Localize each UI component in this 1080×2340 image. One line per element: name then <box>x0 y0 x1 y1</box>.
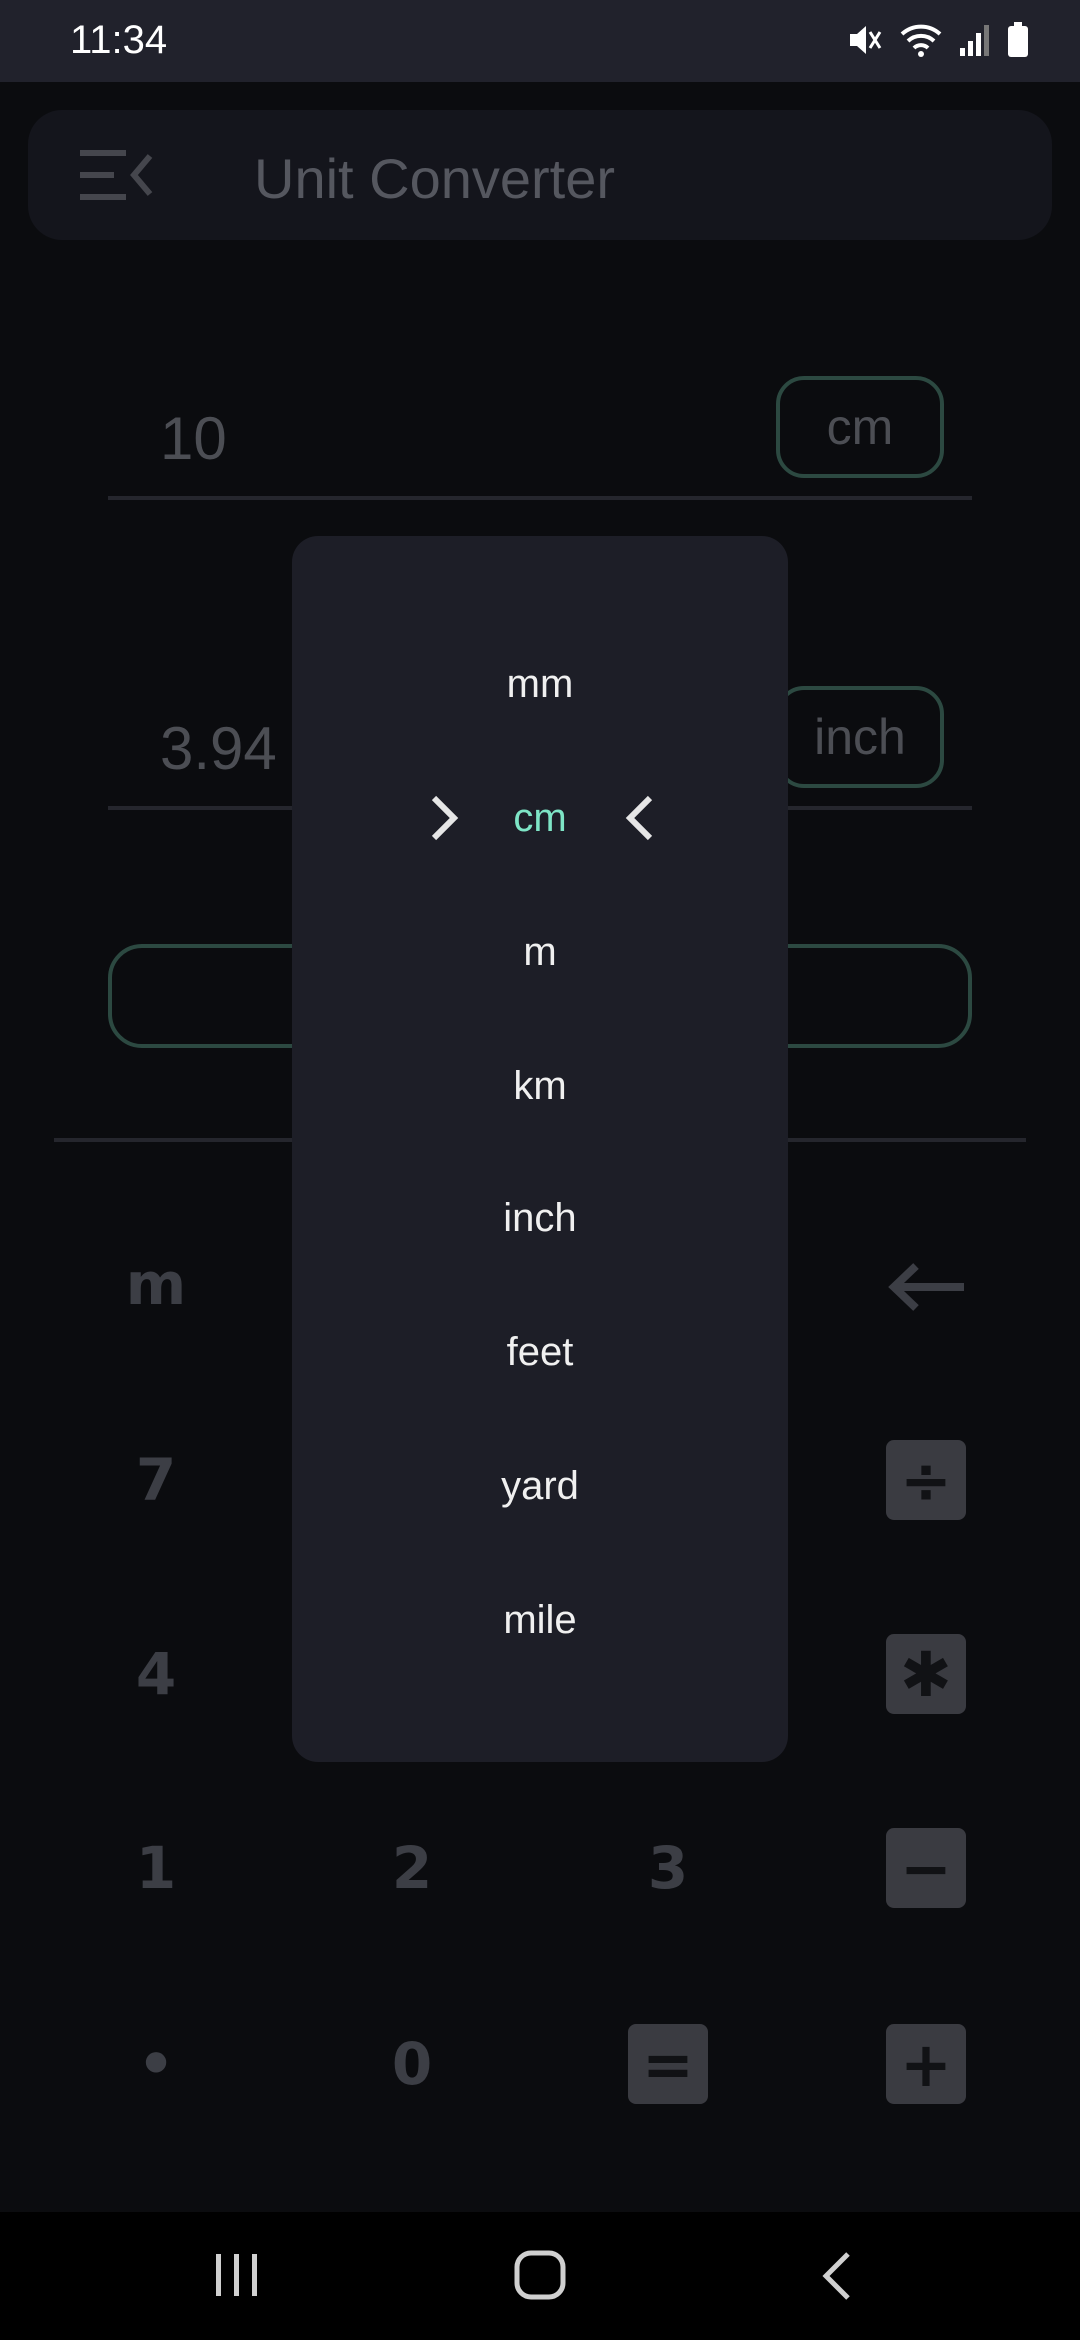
key-4[interactable]: 4 <box>116 1634 196 1714</box>
to-value: 3.94 <box>160 715 277 782</box>
key-3[interactable]: 3 <box>628 1828 708 1908</box>
status-bar: 11:34 <box>0 0 1080 82</box>
menu-collapse-icon[interactable] <box>80 148 154 202</box>
key-0[interactable]: 0 <box>372 2024 452 2104</box>
unit-option-yard[interactable]: yard <box>292 1436 788 1536</box>
app-title: Unit Converter <box>254 147 616 210</box>
system-nav-bar <box>0 2212 1080 2340</box>
unit-option-cm-label: cm <box>513 795 567 840</box>
backspace-icon[interactable] <box>886 1262 966 1312</box>
minus-key[interactable]: − <box>886 1828 966 1908</box>
unit-option-m[interactable]: m <box>292 902 788 1002</box>
unit-option-km[interactable]: km <box>292 1036 788 1136</box>
unit-option-mm[interactable]: mm <box>292 634 788 734</box>
status-time: 11:34 <box>70 18 168 62</box>
signal-icon <box>960 25 989 56</box>
unit-option-inch[interactable]: inch <box>292 1168 788 1268</box>
back-icon[interactable] <box>814 2248 864 2304</box>
from-unit-chip[interactable]: cm <box>776 376 944 478</box>
memory-key[interactable]: m <box>116 1244 196 1324</box>
to-unit-chip[interactable]: inch <box>776 686 944 788</box>
app-bar: Unit Converter <box>28 110 1052 240</box>
from-value[interactable]: 10 <box>160 404 227 473</box>
key-2[interactable]: 2 <box>372 1828 452 1908</box>
status-icons <box>844 20 1030 60</box>
unit-option-cm[interactable]: cm <box>292 768 788 868</box>
mute-icon <box>850 26 882 54</box>
battery-icon <box>1008 22 1028 57</box>
chevron-left-icon <box>625 795 653 841</box>
chevron-right-icon <box>431 795 459 841</box>
multiply-key[interactable]: ✱ <box>886 1634 966 1714</box>
plus-key[interactable]: + <box>886 2024 966 2104</box>
unit-option-mile[interactable]: mile <box>292 1570 788 1670</box>
key-7[interactable]: 7 <box>116 1440 196 1520</box>
wifi-icon <box>900 24 942 57</box>
divide-key[interactable]: ÷ <box>886 1440 966 1520</box>
decimal-key[interactable]: • <box>116 2024 196 2104</box>
unit-picker: mm cm m km inch feet yard mile <box>292 536 788 1762</box>
unit-option-feet[interactable]: feet <box>292 1302 788 1402</box>
recent-apps-icon[interactable] <box>206 2248 266 2302</box>
key-1[interactable]: 1 <box>116 1828 196 1908</box>
equals-key[interactable]: = <box>628 2024 708 2104</box>
home-icon[interactable] <box>510 2246 570 2304</box>
from-field[interactable]: 10 cm <box>108 370 972 500</box>
